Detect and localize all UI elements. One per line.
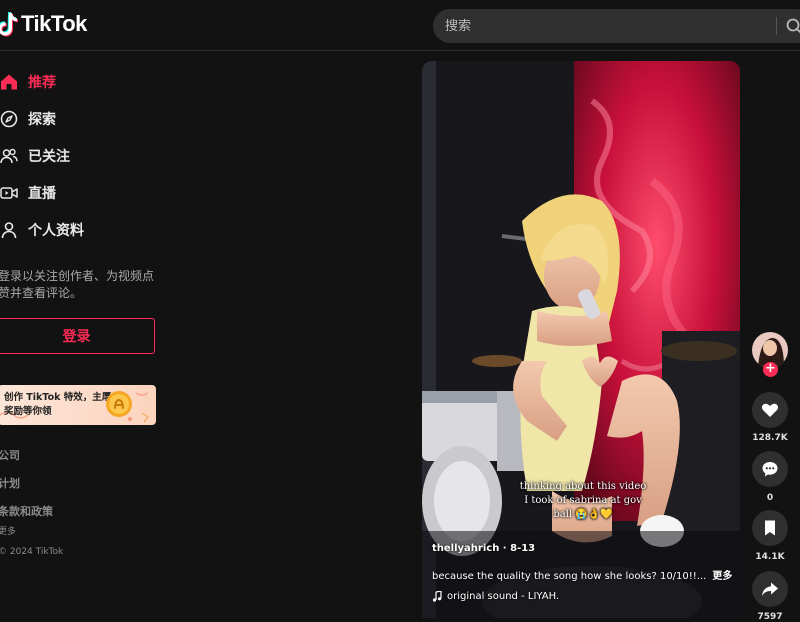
comment-count: 0 bbox=[766, 493, 774, 503]
promo-text: 创作 TikTok 特效，主厚奖励等你领 bbox=[4, 392, 112, 417]
nav-item-explore[interactable]: 探索 bbox=[0, 104, 56, 134]
coin-icon bbox=[106, 391, 132, 417]
tiktok-logo[interactable]: TikTok bbox=[0, 11, 87, 37]
login-hint: 登录以关注创作者、为视频点赞并查看评论。 bbox=[0, 269, 155, 300]
nav-item-following[interactable]: 已关注 bbox=[0, 141, 70, 171]
bookmark-icon bbox=[765, 520, 775, 536]
video-frame-image bbox=[422, 61, 740, 618]
nav-label: 直播 bbox=[28, 186, 56, 202]
share-button[interactable] bbox=[752, 571, 788, 607]
sidebar: 推荐 探索 已关注 直播 个人资料 登录以关注创作者、为视频点赞并查看评论。 登… bbox=[0, 50, 170, 618]
effects-promo-banner[interactable]: 创作 TikTok 特效，主厚奖励等你领 bbox=[0, 385, 156, 425]
brand-name: TikTok bbox=[21, 11, 87, 36]
nav-label: 个人资料 bbox=[28, 223, 84, 239]
heart-icon bbox=[761, 403, 779, 417]
comment-icon bbox=[762, 462, 778, 477]
search-input[interactable] bbox=[445, 9, 765, 43]
search-divider bbox=[776, 17, 777, 35]
music-note-icon bbox=[432, 591, 442, 602]
comment-button[interactable] bbox=[752, 451, 788, 487]
nav-item-for-you[interactable]: 推荐 bbox=[0, 67, 56, 97]
save-button[interactable] bbox=[752, 510, 788, 546]
live-icon bbox=[0, 187, 18, 199]
like-count: 128.7K bbox=[752, 433, 788, 443]
video-caption-overlay: thinking about this video I took of sabr… bbox=[519, 481, 647, 520]
copyright-text: © 2024 TikTok bbox=[0, 547, 64, 557]
follow-plus-button[interactable]: + bbox=[763, 362, 778, 377]
search-icon[interactable] bbox=[785, 17, 800, 35]
nav-label: 探索 bbox=[28, 112, 56, 128]
footer-terms-link[interactable]: 条款和政策 bbox=[0, 503, 53, 519]
compass-icon bbox=[0, 110, 18, 128]
footer-more-link[interactable]: 更多 bbox=[0, 524, 16, 537]
video-description-text: because the quality the song how she loo… bbox=[432, 571, 707, 582]
home-icon bbox=[1, 74, 17, 90]
like-button[interactable] bbox=[752, 392, 788, 428]
footer-program-link[interactable]: 计划 bbox=[0, 475, 20, 491]
video-player[interactable]: thinking about this video I took of sabr… bbox=[422, 61, 740, 618]
description-more-button[interactable]: 更多 bbox=[712, 571, 732, 582]
creator-avatar-wrap: + bbox=[752, 332, 788, 377]
nav-label: 推荐 bbox=[28, 75, 56, 91]
sound-name: original sound - LIYAH. bbox=[447, 591, 560, 602]
profile-icon bbox=[1, 222, 17, 239]
share-icon bbox=[762, 582, 778, 596]
save-count: 14.1K bbox=[755, 552, 785, 562]
top-bar: TikTok bbox=[0, 0, 800, 51]
following-icon bbox=[0, 148, 18, 164]
share-count: 7597 bbox=[757, 612, 783, 622]
nav-item-live[interactable]: 直播 bbox=[0, 178, 56, 208]
tiktok-note-icon bbox=[0, 12, 18, 37]
search-bar[interactable] bbox=[433, 9, 800, 43]
video-description: because the quality the song how she loo… bbox=[432, 567, 732, 582]
login-button[interactable]: 登录 bbox=[0, 318, 155, 354]
footer-company-link[interactable]: 公司 bbox=[0, 447, 20, 463]
nav-label: 已关注 bbox=[28, 149, 70, 165]
nav-item-profile[interactable]: 个人资料 bbox=[0, 215, 84, 245]
video-sound[interactable]: original sound - LIYAH. bbox=[432, 591, 559, 602]
video-author[interactable]: thellyahrich · 8-13 bbox=[432, 543, 535, 554]
